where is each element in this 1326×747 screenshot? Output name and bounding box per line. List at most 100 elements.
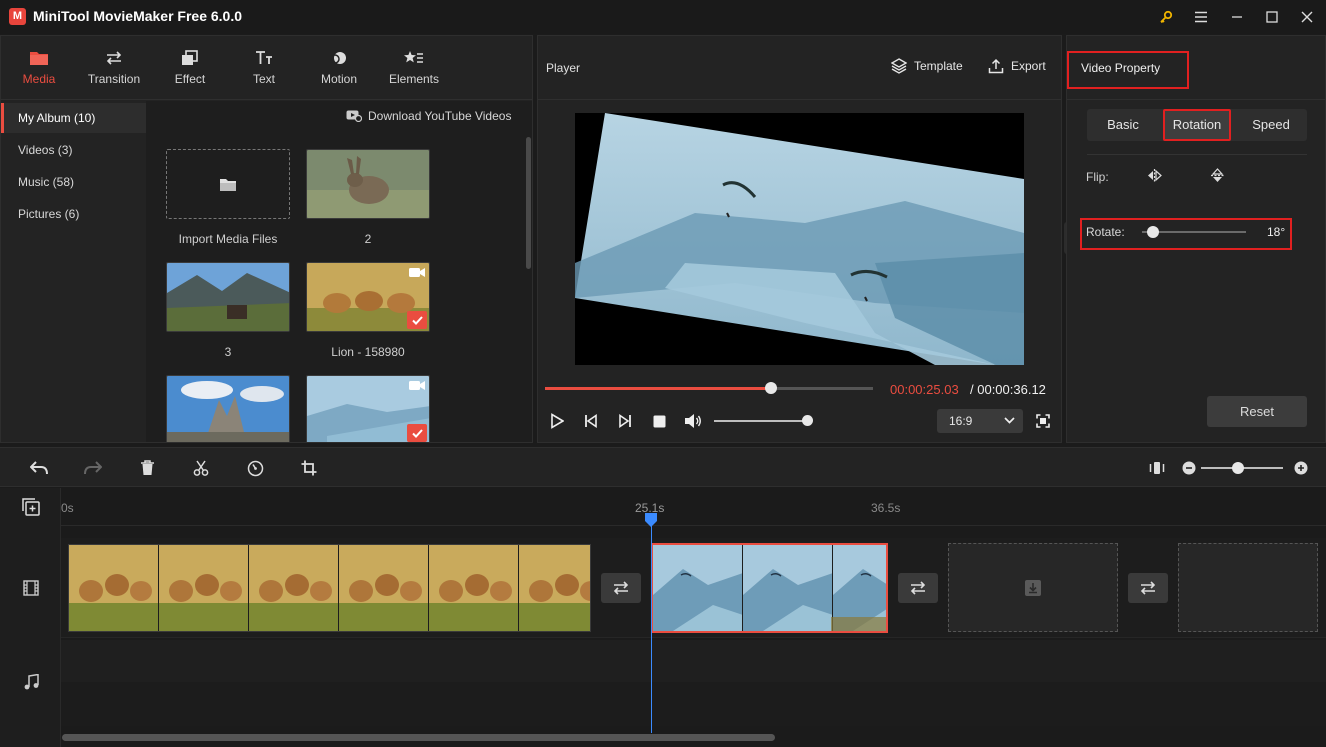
empty-clip-slot[interactable] (1178, 543, 1318, 632)
media-library: Download YouTube Videos Import Media Fil… (146, 101, 532, 442)
tab-rotation[interactable]: Rotation (1163, 109, 1231, 141)
next-frame-button[interactable] (616, 412, 634, 430)
tool-transition[interactable]: Transition (81, 36, 147, 100)
scissors-icon (193, 460, 209, 476)
drop-media-icon (1025, 579, 1041, 596)
time-ruler[interactable]: 0s 25.1s 36.5s (61, 488, 1326, 526)
tool-elements[interactable]: Elements (383, 36, 445, 100)
folder-icon (220, 178, 236, 191)
youtube-download-icon (346, 110, 362, 122)
transition-slot[interactable] (1128, 573, 1168, 603)
progress-handle[interactable] (765, 382, 778, 394)
export-label: Export (1011, 59, 1046, 73)
speed-button[interactable] (246, 459, 264, 477)
player-header: Player Template Export (538, 36, 1061, 100)
fullscreen-button[interactable] (1034, 412, 1052, 430)
undo-button[interactable] (30, 459, 48, 477)
trash-icon (140, 460, 154, 475)
zoom-out-icon (1182, 461, 1196, 475)
export-button[interactable]: Export (988, 58, 1046, 74)
media-scrollbar[interactable] (526, 137, 531, 269)
play-icon (551, 413, 564, 429)
motion-icon (330, 52, 346, 64)
sidebar-item-my-album[interactable]: My Album (10) (1, 103, 146, 133)
chevron-down-icon (1004, 417, 1015, 424)
download-youtube-label: Download YouTube Videos (368, 109, 512, 123)
redo-button[interactable] (84, 459, 102, 477)
stop-icon (653, 415, 665, 427)
previous-frame-button[interactable] (582, 412, 600, 430)
tool-label: Motion (320, 72, 358, 86)
volume-handle[interactable] (802, 415, 813, 426)
zoom-handle[interactable] (1232, 462, 1244, 474)
folder-icon (30, 52, 48, 65)
progress-fill (545, 387, 772, 390)
fullscreen-icon (1036, 414, 1050, 428)
key-icon[interactable] (1155, 6, 1177, 28)
crop-button[interactable] (300, 459, 318, 477)
tool-effect[interactable]: Effect (161, 36, 219, 100)
current-time: 00:00:25.03 (890, 382, 959, 397)
import-media-tile[interactable] (166, 149, 290, 219)
play-button[interactable] (548, 412, 566, 430)
audio-track[interactable] (61, 640, 1326, 682)
sidebar-item-music[interactable]: Music (58) (1, 167, 146, 197)
tool-text[interactable]: Text (237, 36, 291, 100)
flip-vertical-icon[interactable] (1211, 168, 1224, 183)
timeline-clip-lion[interactable] (68, 544, 591, 632)
transition-slot[interactable] (898, 573, 938, 603)
zoom-in-button[interactable] (1292, 459, 1310, 477)
total-time-value: 00:00:36.12 (977, 382, 1046, 397)
music-track-icon (24, 674, 39, 690)
minimize-icon[interactable] (1226, 6, 1248, 28)
tool-label: Effect (174, 72, 206, 86)
delete-button[interactable] (138, 459, 156, 477)
fit-timeline-button[interactable] (1148, 459, 1166, 477)
add-track-icon[interactable] (22, 498, 40, 516)
video-preview[interactable] (575, 113, 1024, 365)
timeline-scrollbar[interactable] (62, 734, 775, 741)
media-thumbnail-rabbit[interactable] (306, 149, 430, 219)
reset-button[interactable]: Reset (1207, 396, 1307, 427)
property-title: Video Property (1081, 61, 1161, 75)
divider (1087, 154, 1307, 155)
import-media-label: Import Media Files (178, 232, 278, 246)
template-button[interactable]: Template (891, 58, 963, 74)
tool-media[interactable]: Media (11, 36, 67, 100)
maximize-icon[interactable] (1261, 6, 1283, 28)
media-thumbnail-lion[interactable] (306, 262, 430, 332)
skip-back-icon (585, 414, 597, 428)
total-time: / 00:00:36.12 (970, 382, 1046, 397)
sidebar-item-pictures[interactable]: Pictures (6) (1, 199, 146, 229)
rotate-handle[interactable] (1147, 226, 1159, 238)
media-thumbnail-mountains[interactable] (166, 262, 290, 332)
volume-slider[interactable] (714, 420, 808, 422)
media-thumbnail-paragliding[interactable] (306, 375, 430, 442)
empty-clip-slot[interactable] (948, 543, 1118, 632)
close-icon[interactable] (1296, 6, 1318, 28)
redo-icon (84, 461, 102, 475)
undo-icon (30, 461, 48, 475)
volume-icon (685, 414, 701, 428)
effect-icon (182, 50, 198, 65)
menu-icon[interactable] (1190, 6, 1212, 28)
flip-horizontal-icon[interactable] (1147, 169, 1162, 182)
zoom-out-button[interactable] (1180, 459, 1198, 477)
title-bar: M MiniTool MovieMaker Free 6.0.0 (0, 0, 1326, 34)
stop-button[interactable] (650, 412, 668, 430)
transition-slot[interactable] (601, 573, 641, 603)
tool-label: Elements (388, 72, 440, 86)
timeline-clip-paragliding[interactable] (651, 543, 888, 633)
split-button[interactable] (192, 459, 210, 477)
volume-button[interactable] (684, 412, 702, 430)
tool-motion[interactable]: Motion (311, 36, 367, 100)
sidebar-item-videos[interactable]: Videos (3) (1, 135, 146, 165)
download-youtube-link[interactable]: Download YouTube Videos (346, 109, 511, 123)
tab-speed[interactable]: Speed (1235, 109, 1307, 141)
media-thumbnail-peaks[interactable] (166, 375, 290, 442)
playhead-handle[interactable] (644, 512, 658, 528)
tab-basic[interactable]: Basic (1087, 109, 1159, 141)
player-panel: Player Template Export 00:00:25.03 / 00:… (537, 35, 1062, 443)
property-tabs: Basic Rotation Speed (1087, 109, 1307, 141)
transition-arrows-icon (613, 581, 629, 595)
